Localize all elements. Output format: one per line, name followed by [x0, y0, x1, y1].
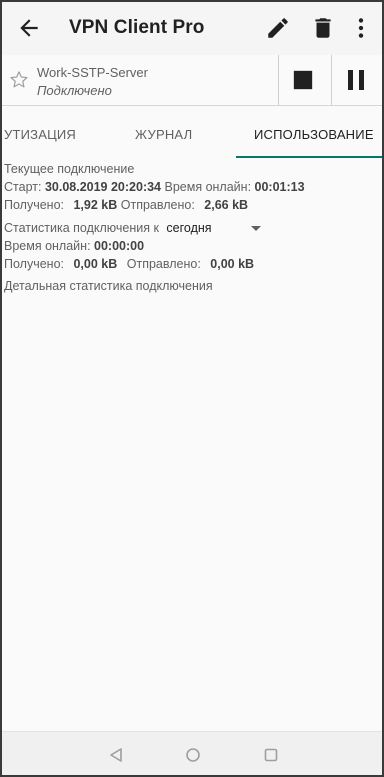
connection-row[interactable]: Work-SSTP-Server Подключено: [2, 55, 382, 106]
pencil-icon[interactable]: [265, 15, 291, 41]
tab-indicator: [236, 156, 382, 158]
stats-label: Статистика подключения к: [4, 221, 159, 235]
start-label: Старт:: [4, 180, 42, 194]
stats-online-value: 00:00:00: [94, 239, 145, 253]
divider: [278, 55, 279, 105]
system-nav-bar: [2, 731, 382, 775]
connection-name: Work-SSTP-Server: [37, 65, 148, 80]
chevron-down-icon[interactable]: [251, 226, 261, 231]
period-dropdown[interactable]: сегодня: [166, 221, 211, 235]
nav-back-icon[interactable]: [108, 747, 124, 763]
received-value: 1,92 kB: [73, 198, 118, 212]
current-traffic-row: Получено: 1,92 kB Отправлено: 2,66 kB: [4, 198, 248, 212]
current-start-row: Старт: 30.08.2019 20:20:34 Время онлайн:…: [4, 180, 305, 194]
divider: [331, 55, 332, 105]
tab-usage[interactable]: ИСПОЛЬЗОВАНИЕ: [254, 127, 374, 142]
more-vertical-icon[interactable]: [348, 15, 374, 41]
tab-bar: УТИЗАЦИЯ ЖУРНАЛ ИСПОЛЬЗОВАНИЕ: [2, 107, 382, 159]
stats-sent-value: 0,00 kB: [210, 257, 255, 271]
stats-online-label: Время онлайн:: [4, 239, 91, 253]
stats-received-label: Получено:: [4, 257, 64, 271]
stats-online-row: Время онлайн: 00:00:00: [4, 239, 144, 253]
app-bar: VPN Client Pro: [2, 2, 382, 55]
app-frame: VPN Client Pro Work-SSTP-Server Подключе…: [0, 0, 384, 777]
stop-icon[interactable]: [292, 69, 314, 91]
connection-status: Подключено: [37, 83, 112, 98]
nav-home-icon[interactable]: [185, 747, 201, 763]
stats-period-row: Статистика подключения к сегодня: [4, 221, 212, 235]
arrow-back-icon[interactable]: [16, 15, 42, 41]
trash-icon[interactable]: [310, 15, 336, 41]
online-value: 00:01:13: [254, 180, 305, 194]
stats-traffic-row: Получено: 0,00 kB Отправлено: 0,00 kB: [4, 257, 254, 271]
detail-stats-link[interactable]: Детальная статистика подключения: [4, 279, 213, 293]
stats-sent-label: Отправлено:: [126, 257, 201, 271]
tab-routing[interactable]: УТИЗАЦИЯ: [4, 127, 76, 142]
star-outline-icon[interactable]: [8, 69, 30, 91]
tab-log[interactable]: ЖУРНАЛ: [135, 127, 192, 142]
sent-label: Отправлено:: [120, 198, 195, 212]
online-label: Время онлайн:: [164, 180, 252, 194]
sent-value: 2,66 kB: [204, 198, 249, 212]
received-label: Получено:: [4, 198, 64, 212]
start-value: 30.08.2019 20:20:34: [44, 180, 162, 194]
app-title: VPN Client Pro: [69, 17, 205, 38]
pause-icon[interactable]: [344, 68, 368, 92]
nav-recents-icon[interactable]: [263, 747, 279, 763]
stats-received-value: 0,00 kB: [73, 257, 118, 271]
current-connection-heading: Текущее подключение: [4, 162, 135, 176]
